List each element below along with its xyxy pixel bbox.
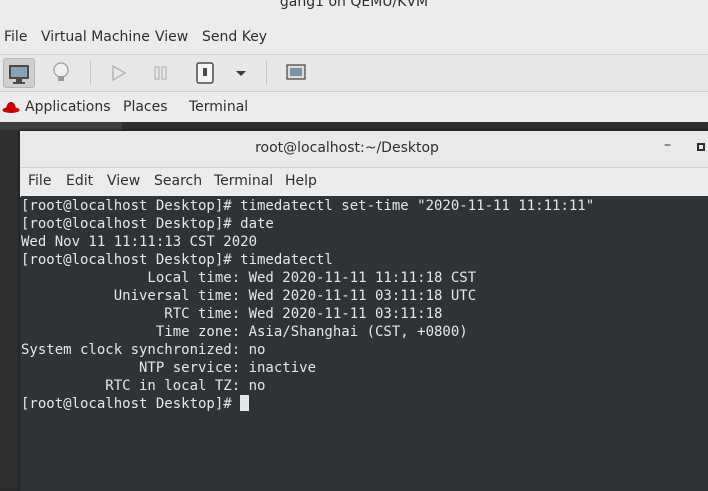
terminal-line: Wed Nov 11 11:11:13 CST 2020	[21, 234, 258, 250]
host-menubar: File Virtual Machine View Send Key	[0, 22, 708, 55]
terminal-line: Universal time: Wed 2020-11-11 03:11:18 …	[21, 288, 477, 304]
terminal-line: Time zone: Asia/Shanghai (CST, +0800)	[21, 324, 468, 340]
pause-icon[interactable]	[145, 58, 177, 88]
terminal-menu-terminal[interactable]: Terminal	[214, 173, 273, 189]
terminal-prompt-line[interactable]: [root@localhost Desktop]#	[21, 395, 250, 413]
shutdown-icon[interactable]	[189, 58, 221, 88]
host-menu-file[interactable]: File	[4, 29, 27, 45]
terminal-cursor	[240, 395, 250, 411]
maximize-button[interactable]	[697, 143, 705, 151]
console-icon[interactable]	[3, 58, 35, 88]
terminal-app-menu[interactable]: Terminal	[189, 99, 248, 115]
details-lightbulb-icon[interactable]	[45, 58, 77, 88]
guest-top-bar: Applications Places Terminal	[0, 92, 708, 122]
minimize-button[interactable]: –	[664, 137, 671, 153]
host-menu-view[interactable]: View	[155, 29, 188, 45]
terminal-line: RTC time: Wed 2020-11-11 03:11:18	[21, 306, 443, 322]
terminal-output[interactable]: [root@localhost Desktop]# timedatectl se…	[21, 196, 708, 491]
fullscreen-icon[interactable]	[280, 58, 312, 88]
run-icon[interactable]	[102, 58, 134, 88]
terminal-line: [root@localhost Desktop]# timedatectl	[21, 252, 333, 268]
terminal-menubar: File Edit View Search Terminal Help	[20, 168, 708, 197]
terminal-line: [root@localhost Desktop]# date	[21, 216, 274, 232]
terminal-menu-search[interactable]: Search	[154, 173, 202, 189]
toolbar-separator	[266, 61, 267, 85]
terminal-menu-edit[interactable]: Edit	[66, 173, 93, 189]
terminal-line: RTC in local TZ: no	[21, 378, 266, 394]
terminal-line: System clock synchronized: no	[21, 342, 266, 358]
redhat-logo-icon[interactable]	[2, 100, 20, 114]
terminal-menu-view[interactable]: View	[107, 173, 140, 189]
desktop-window-edge	[0, 122, 122, 130]
terminal-title-bar: root@localhost:~/Desktop –	[20, 131, 708, 168]
terminal-menu-help[interactable]: Help	[285, 173, 317, 189]
dropdown-arrow-icon[interactable]	[226, 58, 256, 88]
terminal-line: [root@localhost Desktop]# timedatectl se…	[21, 198, 595, 214]
host-window-title: gang1 on QEMU/KVM	[279, 0, 429, 10]
terminal-title: root@localhost:~/Desktop	[255, 140, 439, 156]
vm-toolbar	[0, 55, 708, 92]
terminal-line: Local time: Wed 2020-11-11 11:11:18 CST	[21, 270, 477, 286]
toolbar-separator	[90, 61, 91, 85]
terminal-window: root@localhost:~/Desktop – File Edit Vie…	[20, 131, 708, 491]
terminal-line: NTP service: inactive	[21, 360, 317, 376]
host-menu-virtual-machine[interactable]: Virtual Machine	[41, 29, 150, 45]
terminal-prompt: [root@localhost Desktop]#	[21, 396, 241, 412]
applications-menu[interactable]: Applications	[25, 99, 111, 115]
terminal-menu-file[interactable]: File	[28, 173, 51, 189]
places-menu[interactable]: Places	[123, 99, 168, 115]
host-title-bar: gang1 on QEMU/KVM	[0, 0, 708, 22]
host-menu-send-key[interactable]: Send Key	[202, 29, 267, 45]
